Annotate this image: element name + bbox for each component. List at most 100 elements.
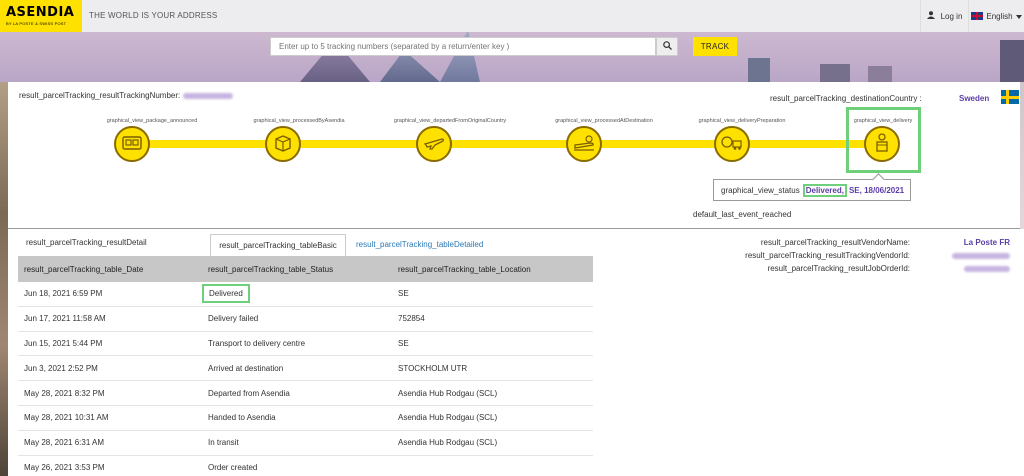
cell-status: Arrived at destination xyxy=(208,363,284,373)
tooltip-status: Delivered, xyxy=(802,183,847,197)
table-header: result_parcelTracking_table_Date result_… xyxy=(18,256,593,282)
progress-rail xyxy=(132,140,886,148)
tracking-events-table: result_parcelTracking_table_Date result_… xyxy=(18,256,593,476)
cell-status: Transport to delivery centre xyxy=(208,338,306,348)
vendor-info-panel: result_parcelTracking_resultVendorName: … xyxy=(670,236,1010,275)
table-row: Jun 17, 2021 11:58 AM Delivery failed 75… xyxy=(18,307,593,332)
search-icon xyxy=(662,41,672,52)
login-button[interactable]: Log in xyxy=(920,0,968,32)
job-order-id-redacted xyxy=(910,264,1010,273)
column-header-status: result_parcelTracking_table_Status xyxy=(208,264,334,274)
package-box-icon xyxy=(274,134,292,154)
package-announced-icon xyxy=(122,135,142,153)
tagline: THE WORLD IS YOUR ADDRESS xyxy=(89,11,218,20)
delivered-highlight: Delivered xyxy=(202,284,250,304)
tracking-number-redacted xyxy=(183,92,234,99)
step-label-processed-by-asendia: graphical_view_processedByAsendia xyxy=(253,118,345,124)
track-button[interactable]: TRACK xyxy=(693,37,737,56)
tracking-search-input[interactable] xyxy=(270,37,656,56)
table-row: Jun 18, 2021 6:59 PM Delivered SE xyxy=(18,282,593,307)
step-label-processed-destination: graphical_view_processedAtDestination xyxy=(555,118,653,124)
step-processed-by-asendia[interactable] xyxy=(265,126,301,162)
cell-status: Delivered xyxy=(202,284,392,304)
vendor-row: result_parcelTracking_resultVendorName: … xyxy=(670,236,1010,249)
destination-label: result_parcelTracking_destinationCountry… xyxy=(770,94,922,103)
step-delivery-preparation[interactable] xyxy=(714,126,750,162)
column-header-date: result_parcelTracking_table_Date xyxy=(24,264,144,274)
status-tooltip: graphical_view_status Delivered, SE, 18/… xyxy=(713,179,911,201)
hero-skyline-shape xyxy=(748,58,770,82)
cell-location: Asendia Hub Rodgau (SCL) xyxy=(398,438,498,448)
tracking-number-row: result_parcelTracking_resultTrackingNumb… xyxy=(19,91,234,100)
delivery-truck-icon xyxy=(721,135,743,153)
background-photo-edge xyxy=(0,82,8,476)
vendor-name-label: result_parcelTracking_resultVendorName: xyxy=(760,238,910,247)
hero-skyline-shape xyxy=(820,64,850,82)
airplane-icon xyxy=(423,136,444,152)
detail-title: result_parcelTracking_resultDetail xyxy=(26,238,147,247)
tooltip-location-date: SE, 18/06/2021 xyxy=(848,185,905,195)
tracking-number-label: result_parcelTracking_resultTrackingNumb… xyxy=(19,91,181,100)
step-label-departed-origin: graphical_view_departedFromOriginalCount… xyxy=(393,118,507,124)
step-label-announced: graphical_view_package_announced xyxy=(106,118,198,124)
language-selector[interactable]: English xyxy=(968,0,1024,32)
cell-location: SE xyxy=(398,338,409,348)
cell-location: SE xyxy=(398,289,409,299)
cell-date: May 28, 2021 6:31 AM xyxy=(24,438,105,448)
tab-basic[interactable]: result_parcelTracking_tableBasic xyxy=(210,234,346,256)
delivery-highlight-box xyxy=(846,107,921,173)
logo-name: ASENDIA xyxy=(6,5,75,20)
tracking-details-section: result_parcelTracking_resultDetail resul… xyxy=(8,229,1024,476)
cell-status: Handed to Asendia xyxy=(208,413,276,423)
vendor-row: result_parcelTracking_resultJobOrderId: xyxy=(670,262,1010,275)
top-bar: ASENDIA BY LA POSTE & SWISS POST THE WOR… xyxy=(0,0,1024,32)
logo-tag: BY LA POSTE & SWISS POST xyxy=(6,21,67,26)
tab-detailed[interactable]: result_parcelTracking_tableDetailed xyxy=(356,240,483,249)
cell-date: May 28, 2021 8:32 PM xyxy=(24,388,105,398)
hero-banner: ASENDIA BY LA POSTE & SWISS POST THE WOR… xyxy=(0,0,1024,82)
vendor-tracking-id-label: result_parcelTracking_resultTrackingVend… xyxy=(745,251,910,260)
cell-location: Asendia Hub Rodgau (SCL) xyxy=(398,388,498,398)
step-announced[interactable] xyxy=(114,126,150,162)
chevron-down-icon xyxy=(1015,12,1022,21)
asendia-logo[interactable]: ASENDIA BY LA POSTE & SWISS POST xyxy=(0,0,82,32)
cell-status: In transit xyxy=(208,438,239,448)
column-header-location: result_parcelTracking_table_Location xyxy=(398,264,531,274)
table-row: May 28, 2021 6:31 AM In transit Asendia … xyxy=(18,431,593,456)
step-label-delivery-preparation: graphical_view_deliveryPreparation xyxy=(698,118,786,124)
cell-date: Jun 17, 2021 11:58 AM xyxy=(24,314,106,324)
destination-value: Sweden xyxy=(959,94,990,103)
table-row: May 28, 2021 10:31 AM Handed to Asendia … xyxy=(18,406,593,431)
cell-date: May 26, 2021 3:53 PM xyxy=(24,462,105,472)
vendor-name-value: La Poste FR xyxy=(963,238,1010,247)
login-label: Log in xyxy=(940,11,963,21)
cell-status: Departed from Asendia xyxy=(208,388,290,398)
hero-skyline-shape xyxy=(1000,40,1024,82)
cell-status: Order created xyxy=(208,462,258,472)
table-row: Jun 15, 2021 5:44 PM Transport to delive… xyxy=(18,332,593,357)
cell-status: Delivery failed xyxy=(208,314,259,324)
cell-date: Jun 3, 2021 2:52 PM xyxy=(24,363,98,373)
tracking-progress-card: result_parcelTracking_resultTrackingNumb… xyxy=(8,82,1020,228)
table-row: May 26, 2021 3:53 PM Order created xyxy=(18,456,593,476)
table-row: Jun 3, 2021 2:52 PM Arrived at destinati… xyxy=(18,356,593,382)
hero-skyline-shape xyxy=(868,66,892,82)
tooltip-label: graphical_view_status xyxy=(721,185,800,195)
step-departed-origin[interactable] xyxy=(416,126,452,162)
cell-location: 752854 xyxy=(398,314,425,324)
cell-location: STOCKHOLM UTR xyxy=(398,363,468,373)
step-processed-destination[interactable] xyxy=(566,126,602,162)
language-label: English xyxy=(986,11,1013,21)
uk-flag-icon xyxy=(971,12,984,20)
vendor-tracking-id-redacted xyxy=(910,251,1010,260)
sweden-flag-icon xyxy=(1001,90,1019,104)
table-row: May 28, 2021 8:32 PM Departed from Asend… xyxy=(18,381,593,406)
cell-date: May 28, 2021 10:31 AM xyxy=(24,413,109,423)
job-order-id-label: result_parcelTracking_resultJobOrderId: xyxy=(767,264,910,273)
cell-date: Jun 18, 2021 6:59 PM xyxy=(24,289,103,299)
user-icon xyxy=(926,11,935,21)
cell-location: Asendia Hub Rodgau (SCL) xyxy=(398,413,498,423)
cell-date: Jun 15, 2021 5:44 PM xyxy=(24,338,103,348)
search-button[interactable] xyxy=(656,37,678,56)
vendor-row: result_parcelTracking_resultTrackingVend… xyxy=(670,249,1010,262)
